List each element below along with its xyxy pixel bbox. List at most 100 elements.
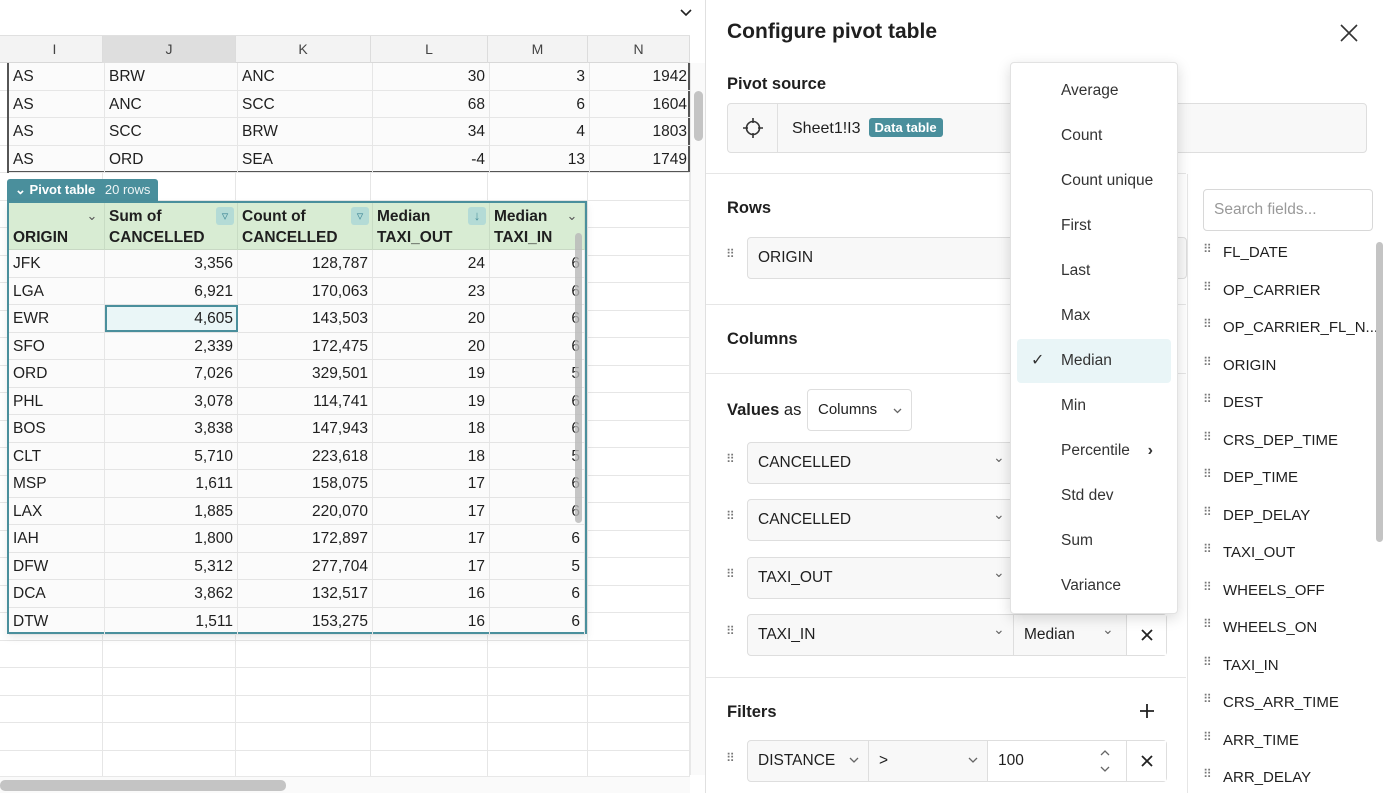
grid-cell[interactable]	[7, 640, 103, 667]
column-header-i[interactable]: I	[7, 36, 103, 63]
pivot-value-cell[interactable]: 5	[490, 360, 585, 387]
pivot-value-cell[interactable]: 128,787	[238, 250, 373, 277]
pivot-value-cell[interactable]: 18	[373, 442, 490, 469]
drag-handle-icon[interactable]: ⠿	[1203, 281, 1213, 298]
source-cell[interactable]: AS	[9, 145, 105, 172]
grid-cell[interactable]	[371, 640, 488, 667]
menu-item-first[interactable]: First	[1017, 204, 1171, 248]
pivot-header-cancelled[interactable]: Count of CANCELLED ▿	[238, 203, 373, 250]
pivot-header-cancelled[interactable]: Sum of CANCELLED ▿	[105, 203, 238, 250]
pivot-row-label[interactable]: LGA	[9, 277, 105, 304]
pivot-value-cell[interactable]: 5	[490, 552, 585, 579]
menu-item-last[interactable]: Last	[1017, 249, 1171, 293]
horizontal-scroll-thumb[interactable]	[0, 780, 286, 791]
values-as-select[interactable]: Columns	[807, 389, 912, 431]
grid-cell[interactable]	[7, 723, 103, 750]
drag-handle-icon[interactable]: ⠿	[1203, 318, 1213, 335]
pivot-value-cell[interactable]: 20	[373, 332, 490, 359]
grid-cell[interactable]	[488, 723, 588, 750]
column-header-k[interactable]: K	[236, 36, 371, 63]
pivot-value-cell[interactable]: 6	[490, 387, 585, 414]
grid-cell[interactable]	[588, 640, 690, 667]
pivot-header-taxi_out[interactable]: Median TAXI_OUT ↓	[373, 203, 490, 250]
source-cell[interactable]: BRW	[105, 63, 238, 90]
vertical-scrollbar[interactable]	[690, 63, 705, 775]
column-header-l[interactable]: L	[371, 36, 488, 63]
field-item[interactable]: ⠿ DEST	[1203, 392, 1263, 414]
field-item[interactable]: ⠿ ARR_TIME	[1203, 730, 1299, 752]
grid-cell[interactable]	[588, 310, 690, 337]
chevron-down-icon[interactable]: ⌄	[83, 207, 101, 225]
source-cell[interactable]: SCC	[105, 118, 238, 145]
field-item[interactable]: ⠿ DEP_TIME	[1203, 467, 1298, 489]
pivot-value-cell[interactable]: 3,356	[105, 250, 238, 277]
column-header-n[interactable]: N	[588, 36, 690, 63]
pivot-value-cell[interactable]: 5,312	[105, 552, 238, 579]
source-cell[interactable]: ANC	[105, 90, 238, 117]
pivot-value-cell[interactable]: 6	[490, 277, 585, 304]
source-cell[interactable]: 1942	[590, 63, 692, 90]
close-icon[interactable]	[1338, 22, 1360, 44]
source-cell[interactable]: ORD	[105, 145, 238, 172]
drag-handle-icon[interactable]: ⠿	[1203, 468, 1213, 485]
source-cell[interactable]: 30	[373, 63, 490, 90]
grid-cell[interactable]	[588, 365, 690, 392]
value-field-select[interactable]: TAXI_OUT ⌄	[748, 558, 1013, 598]
pivot-value-cell[interactable]: 6	[490, 305, 585, 332]
grid-cell[interactable]	[371, 173, 488, 200]
pivot-value-cell[interactable]: 114,741	[238, 387, 373, 414]
source-cell[interactable]: -4	[373, 145, 490, 172]
source-cell[interactable]: SEA	[238, 145, 373, 172]
source-cell[interactable]: 13	[490, 145, 590, 172]
field-item[interactable]: ⠿ ARR_DELAY	[1203, 767, 1311, 789]
pivot-value-cell[interactable]: 17	[373, 497, 490, 524]
source-cell[interactable]: 4	[490, 118, 590, 145]
pivot-value-cell[interactable]: 6	[490, 525, 585, 552]
source-cell[interactable]: 1604	[590, 90, 692, 117]
field-item[interactable]: ⠿ OP_CARRIER_FL_N...	[1203, 317, 1378, 339]
pivot-value-cell[interactable]: 1,885	[105, 497, 238, 524]
chevron-down-icon[interactable]	[679, 6, 693, 20]
pivot-value-cell[interactable]: 2,339	[105, 332, 238, 359]
pivot-value-cell[interactable]: 23	[373, 277, 490, 304]
grid-cell[interactable]	[103, 723, 236, 750]
grid-cell[interactable]	[103, 750, 236, 777]
add-filter-icon[interactable]	[1139, 703, 1155, 719]
pivot-value-cell[interactable]: 7,026	[105, 360, 238, 387]
pivot-value-cell[interactable]: 24	[373, 250, 490, 277]
drag-handle-icon[interactable]: ⠿	[726, 568, 736, 585]
field-item[interactable]: ⠿ TAXI_IN	[1203, 655, 1279, 677]
grid-cell[interactable]	[588, 338, 690, 365]
pivot-value-cell[interactable]: 277,704	[238, 552, 373, 579]
grid-cell[interactable]	[488, 750, 588, 777]
grid-cell[interactable]	[236, 723, 371, 750]
drag-handle-icon[interactable]: ⠿	[1203, 543, 1213, 560]
pivot-value-cell[interactable]: 6	[490, 250, 585, 277]
menu-item-average[interactable]: Average	[1017, 69, 1171, 113]
grid-cell[interactable]	[7, 750, 103, 777]
grid-cell[interactable]	[588, 613, 690, 640]
value-field-select[interactable]: CANCELLED ⌄	[748, 443, 1013, 483]
drag-handle-icon[interactable]: ⠿	[1203, 581, 1213, 598]
grid-cell[interactable]	[588, 530, 690, 557]
grid-cell[interactable]	[588, 393, 690, 420]
pivot-row-label[interactable]: EWR	[9, 305, 105, 332]
grid-cell[interactable]	[588, 228, 690, 255]
grid-cell[interactable]	[588, 173, 690, 200]
source-cell[interactable]: SCC	[238, 90, 373, 117]
pivot-value-cell[interactable]: 172,475	[238, 332, 373, 359]
source-cell[interactable]: BRW	[238, 118, 373, 145]
grid-cell[interactable]	[488, 640, 588, 667]
grid-cell[interactable]	[588, 448, 690, 475]
source-cell[interactable]: 68	[373, 90, 490, 117]
remove-filter-button[interactable]	[1126, 741, 1166, 781]
filter-icon[interactable]: ▿	[216, 207, 234, 225]
grid-cell[interactable]	[488, 173, 588, 200]
remove-value-button[interactable]	[1126, 615, 1166, 655]
value-field-select[interactable]: CANCELLED ⌄	[748, 500, 1013, 540]
horizontal-scrollbar[interactable]	[0, 776, 690, 793]
pivot-value-cell[interactable]: 170,063	[238, 277, 373, 304]
pivot-row-label[interactable]: CLT	[9, 442, 105, 469]
source-cell[interactable]: AS	[9, 63, 105, 90]
drag-handle-icon[interactable]: ⠿	[1203, 656, 1213, 673]
